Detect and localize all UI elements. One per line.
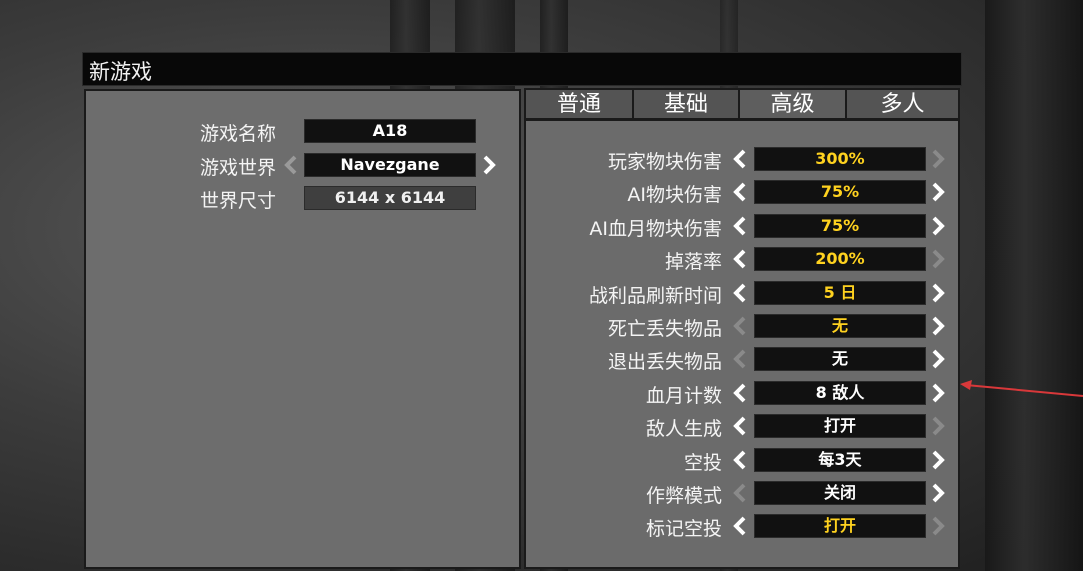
setting-prev-arrow-icon[interactable] [731, 281, 749, 305]
setting-prev-arrow-icon[interactable] [731, 514, 749, 538]
setting-prev-arrow-icon[interactable] [731, 314, 749, 338]
setting-next-arrow-icon[interactable] [929, 147, 947, 171]
setting-label: 玩家物块伤害 [607, 151, 722, 173]
settings-panel: 普通 基础 高级 多人 玩家物块伤害 300% AI物块伤害 75% AI血月物块伤害 7… [524, 88, 960, 569]
setting-label: 战利品刷新时间 [588, 285, 722, 307]
setting-value: 每3天 [754, 448, 926, 472]
tree-trunk [985, 0, 1083, 571]
setting-label: 作弊模式 [645, 485, 722, 507]
tab-divider [526, 118, 958, 121]
setting-next-arrow-icon[interactable] [929, 281, 947, 305]
setting-prev-arrow-icon[interactable] [731, 481, 749, 505]
game-world-label: 游戏世界 [199, 157, 276, 179]
setting-next-arrow-icon[interactable] [929, 381, 947, 405]
setting-next-arrow-icon[interactable] [929, 514, 947, 538]
setting-prev-arrow-icon[interactable] [731, 347, 749, 371]
tab-normal[interactable]: 普通 [526, 90, 634, 118]
setting-value: 75% [754, 214, 926, 238]
settings-tabs: 普通 基础 高级 多人 [526, 90, 958, 118]
setting-label: AI物块伤害 [627, 184, 722, 206]
setting-prev-arrow-icon[interactable] [731, 214, 749, 238]
tab-advanced[interactable]: 高级 [740, 90, 847, 118]
game-name-label: 游戏名称 [199, 123, 276, 145]
setting-value: 75% [754, 180, 926, 204]
setting-value: 8 敌人 [754, 381, 926, 405]
setting-next-arrow-icon[interactable] [929, 247, 947, 271]
game-name-input[interactable]: A18 [304, 119, 476, 143]
setting-prev-arrow-icon[interactable] [731, 414, 749, 438]
setting-next-arrow-icon[interactable] [929, 448, 947, 472]
setting-prev-arrow-icon[interactable] [731, 448, 749, 472]
world-prev-arrow-icon[interactable] [282, 153, 300, 177]
setting-prev-arrow-icon[interactable] [731, 381, 749, 405]
setting-value: 200% [754, 247, 926, 271]
window-title-bar: 新游戏 [82, 52, 962, 86]
setting-label: 退出丢失物品 [607, 351, 722, 373]
world-size-label: 世界尺寸 [199, 190, 276, 212]
world-next-arrow-icon[interactable] [480, 153, 498, 177]
game-world-selector: Navezgane [304, 153, 476, 177]
setting-value: 无 [754, 314, 926, 338]
world-size-value: 6144 x 6144 [304, 186, 476, 210]
setting-value: 打开 [754, 514, 926, 538]
setting-next-arrow-icon[interactable] [929, 347, 947, 371]
setting-value: 300% [754, 147, 926, 171]
game-info-panel: 游戏名称 A18 游戏世界 Navezgane 世界尺寸 6144 x 6144 [84, 89, 521, 569]
setting-label: 空投 [683, 452, 722, 474]
setting-label: 血月计数 [645, 385, 722, 407]
setting-prev-arrow-icon[interactable] [731, 147, 749, 171]
setting-value: 无 [754, 347, 926, 371]
setting-prev-arrow-icon[interactable] [731, 180, 749, 204]
setting-label: 掉落率 [664, 251, 722, 273]
setting-prev-arrow-icon[interactable] [731, 247, 749, 271]
setting-next-arrow-icon[interactable] [929, 214, 947, 238]
setting-next-arrow-icon[interactable] [929, 314, 947, 338]
red-annotation-arrow-icon [960, 380, 1083, 397]
setting-label: 死亡丢失物品 [607, 318, 722, 340]
tab-multiplayer[interactable]: 多人 [847, 90, 958, 118]
setting-label: 标记空投 [645, 518, 722, 540]
setting-value: 5 日 [754, 281, 926, 305]
setting-label: 敌人生成 [645, 418, 722, 440]
setting-value: 打开 [754, 414, 926, 438]
setting-label: AI血月物块伤害 [589, 218, 722, 240]
tab-basic[interactable]: 基础 [634, 90, 740, 118]
setting-next-arrow-icon[interactable] [929, 414, 947, 438]
setting-value: 关闭 [754, 481, 926, 505]
setting-next-arrow-icon[interactable] [929, 180, 947, 204]
setting-next-arrow-icon[interactable] [929, 481, 947, 505]
window-title: 新游戏 [89, 60, 152, 84]
